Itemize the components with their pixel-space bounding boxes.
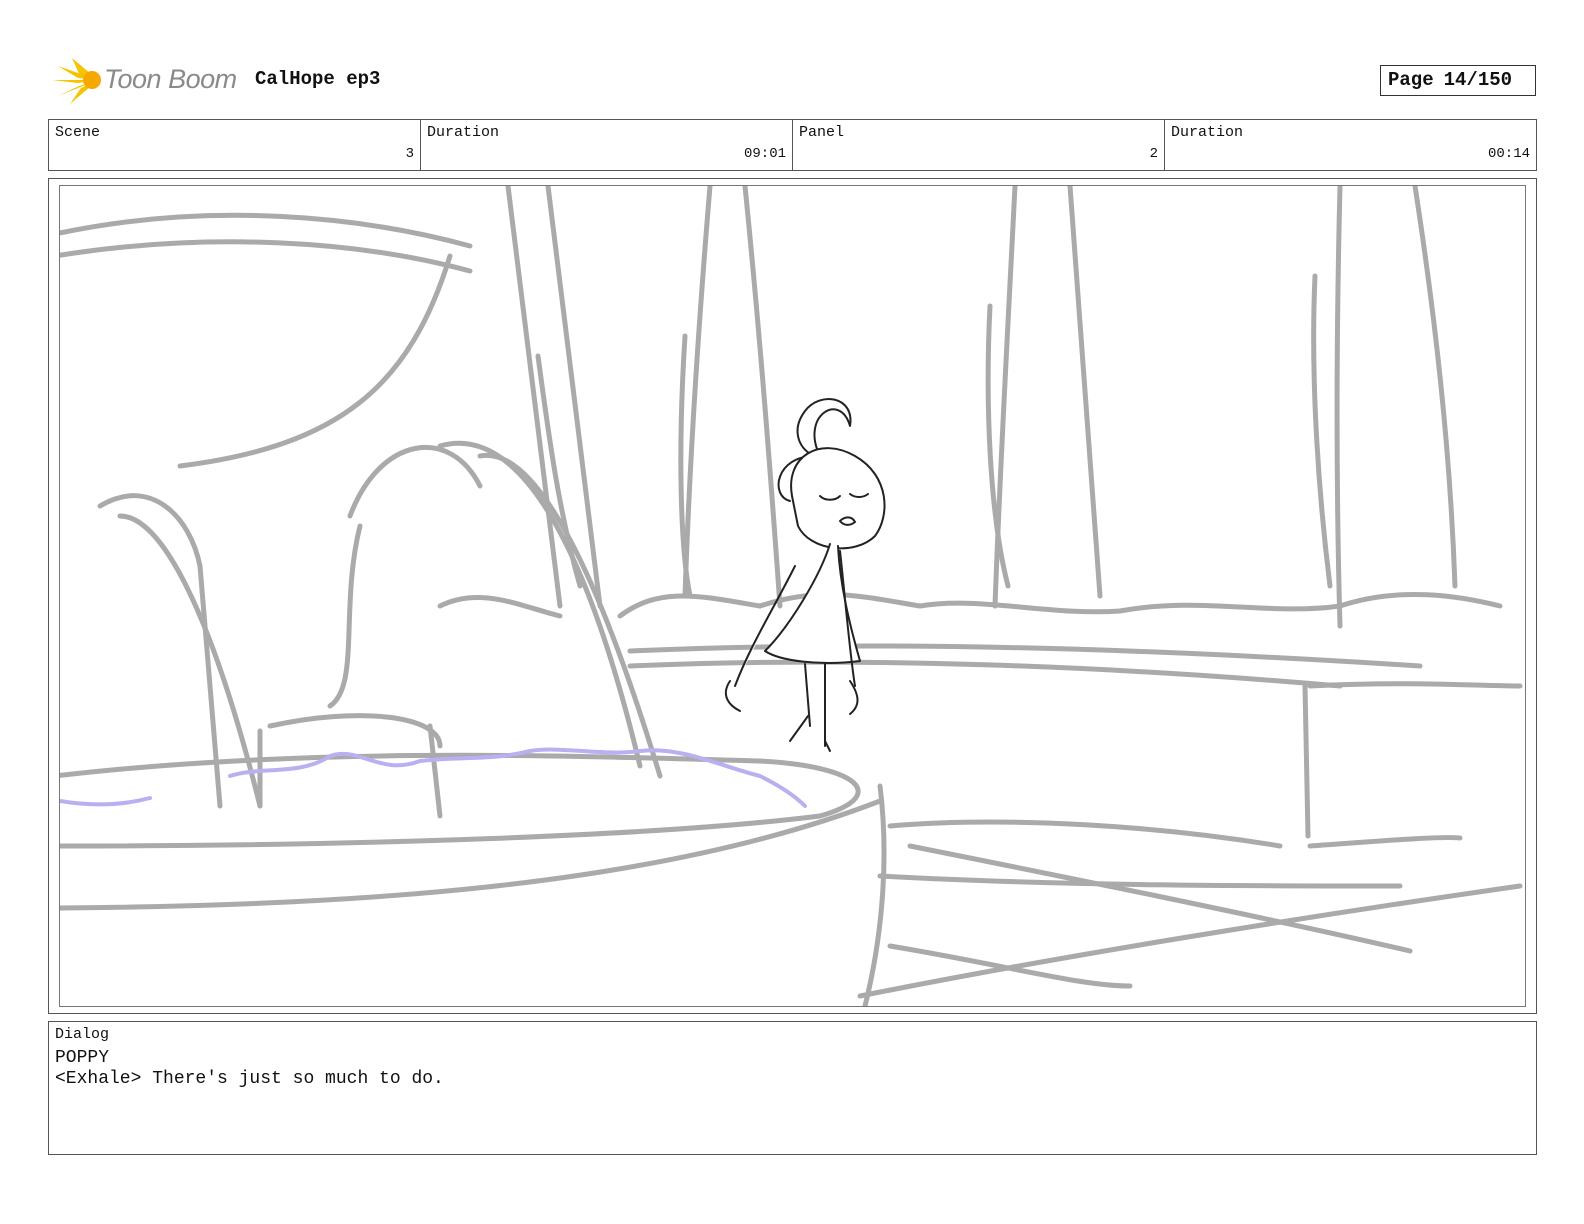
dialog-box: Dialog POPPY <Exhale> There's just so mu… — [48, 1021, 1537, 1155]
scene-cell: Scene 3 — [49, 120, 421, 170]
panel-duration-cell: Duration 00:14 — [1165, 120, 1536, 170]
panel-value: 2 — [1149, 146, 1158, 162]
scene-duration-label: Duration — [427, 124, 500, 141]
page-label: Page — [1388, 69, 1434, 91]
page-indicator: Page 14/150 — [1380, 65, 1536, 96]
scene-duration-cell: Duration 09:01 — [421, 120, 793, 170]
dialog-speaker: POPPY — [55, 1048, 110, 1068]
toon-boom-logo: Toon Boom — [52, 56, 240, 106]
storyboard-sketch — [60, 186, 1523, 1006]
dialog-label: Dialog — [55, 1026, 110, 1043]
storyboard-panel — [59, 185, 1526, 1007]
scene-duration-value: 09:01 — [743, 146, 786, 162]
panel-cell: Panel 2 — [793, 120, 1165, 170]
starburst-icon — [52, 58, 101, 104]
logo-wordmark: Toon Boom — [104, 64, 237, 94]
panel-duration-label: Duration — [1171, 124, 1244, 141]
panel-duration-value: 00:14 — [1487, 146, 1530, 162]
project-title: CalHope ep3 — [255, 68, 381, 90]
dialog-line: <Exhale> There's just so much to do. — [55, 1069, 444, 1089]
info-row: Scene 3 Duration 09:01 Panel 2 Duration … — [48, 119, 1537, 171]
scene-label: Scene — [55, 124, 101, 141]
page-number: 14/150 — [1443, 69, 1513, 91]
panel-label: Panel — [799, 124, 845, 141]
scene-value: 3 — [405, 146, 414, 162]
